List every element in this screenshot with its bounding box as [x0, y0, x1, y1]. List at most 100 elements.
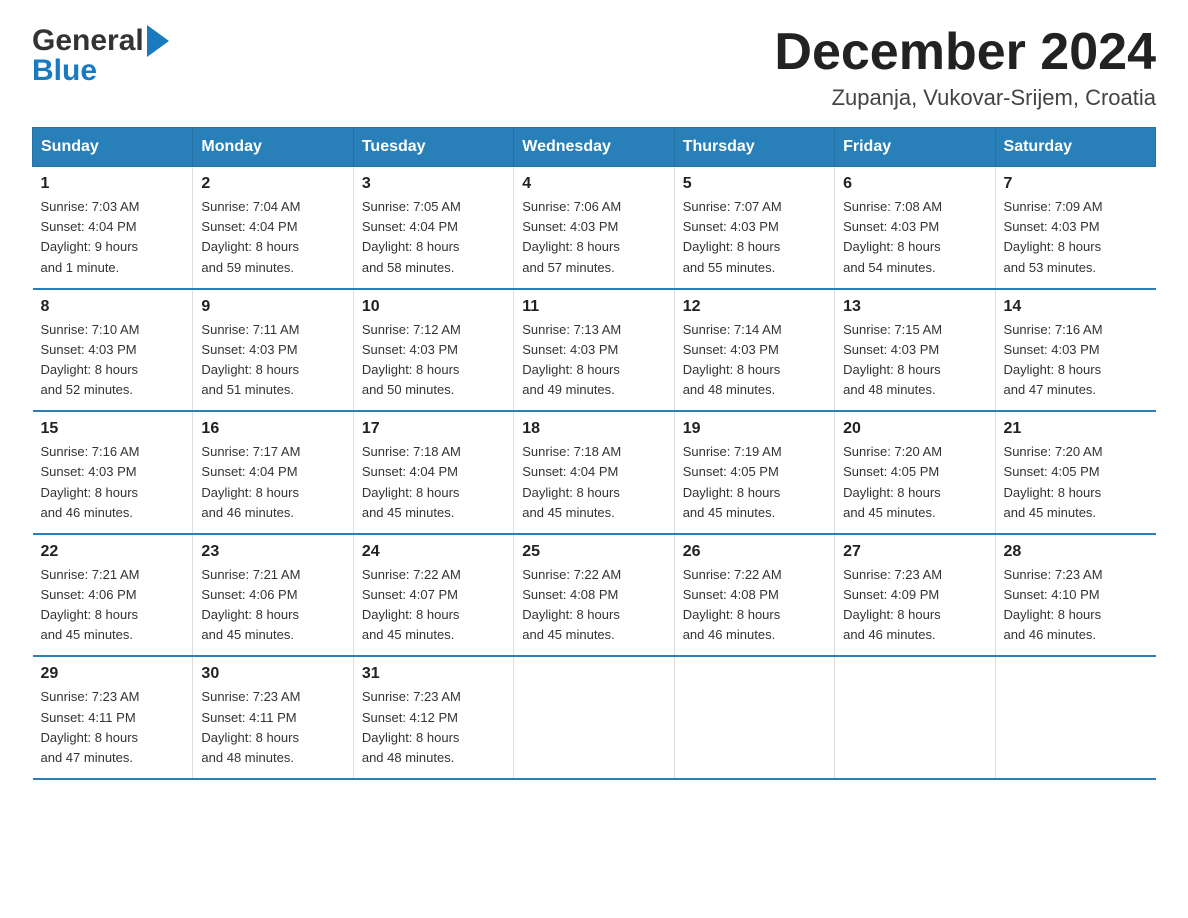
header-tuesday: Tuesday: [353, 128, 513, 167]
calendar-day-cell: 8Sunrise: 7:10 AMSunset: 4:03 PMDaylight…: [33, 289, 193, 412]
day-number: 26: [683, 543, 826, 561]
calendar-day-cell: 17 Sunrise: 7:18 AMSunset: 4:04 PMDayligh…: [353, 411, 513, 534]
day-info: Sunrise: 7:10 AMSunset: 4:03 PMDaylight:…: [41, 320, 185, 401]
day-number: 25: [522, 543, 665, 561]
calendar-day-cell: [674, 656, 834, 779]
day-number: 24: [362, 543, 505, 561]
day-info: Sunrise: 7:08 AMSunset: 4:03 PMDaylight:…: [843, 197, 986, 278]
calendar-table: Sunday Monday Tuesday Wednesday Thursday…: [32, 127, 1156, 780]
calendar-day-cell: 22 Sunrise: 7:21 AMSunset: 4:06 PMDayligh…: [33, 534, 193, 657]
day-info: Sunrise: 7:18 AMSunset: 4:04 PMDaylight:…: [362, 442, 505, 523]
header-saturday: Saturday: [995, 128, 1155, 167]
calendar-body: 1 Sunrise: 7:03 AMSunset: 4:04 PMDaylight…: [33, 167, 1156, 779]
day-number: 23: [201, 543, 344, 561]
day-info: Sunrise: 7:18 AMSunset: 4:04 PMDaylight:…: [522, 442, 665, 523]
calendar-title: December 2024: [774, 24, 1156, 81]
calendar-day-cell: 28 Sunrise: 7:23 AMSunset: 4:10 PMDayligh…: [995, 534, 1155, 657]
calendar-day-cell: 30 Sunrise: 7:23 AMSunset: 4:11 PMDayligh…: [193, 656, 353, 779]
day-number: 17: [362, 420, 505, 438]
day-number: 14: [1004, 298, 1148, 316]
calendar-day-cell: 14 Sunrise: 7:16 AMSunset: 4:03 PMDayligh…: [995, 289, 1155, 412]
calendar-day-cell: 25 Sunrise: 7:22 AMSunset: 4:08 PMDayligh…: [514, 534, 674, 657]
day-number: 20: [843, 420, 986, 438]
logo-blue-text: Blue: [32, 54, 97, 88]
day-info: Sunrise: 7:21 AMSunset: 4:06 PMDaylight:…: [201, 565, 344, 646]
day-info: Sunrise: 7:05 AMSunset: 4:04 PMDaylight:…: [362, 197, 505, 278]
calendar-day-cell: 4 Sunrise: 7:06 AMSunset: 4:03 PMDaylight…: [514, 167, 674, 289]
day-number: 2: [201, 175, 344, 193]
calendar-week-row: 8Sunrise: 7:10 AMSunset: 4:03 PMDaylight…: [33, 289, 1156, 412]
calendar-day-cell: 3Sunrise: 7:05 AMSunset: 4:04 PMDaylight…: [353, 167, 513, 289]
day-info: Sunrise: 7:22 AMSunset: 4:08 PMDaylight:…: [522, 565, 665, 646]
day-number: 18: [522, 420, 665, 438]
day-number: 31: [362, 665, 505, 683]
calendar-day-cell: 21Sunrise: 7:20 AMSunset: 4:05 PMDayligh…: [995, 411, 1155, 534]
calendar-day-cell: 12 Sunrise: 7:14 AMSunset: 4:03 PMDayligh…: [674, 289, 834, 412]
header-thursday: Thursday: [674, 128, 834, 167]
day-number: 4: [522, 175, 665, 193]
calendar-day-cell: 19Sunrise: 7:19 AMSunset: 4:05 PMDayligh…: [674, 411, 834, 534]
day-info: Sunrise: 7:03 AMSunset: 4:04 PMDaylight:…: [41, 197, 185, 278]
day-info: Sunrise: 7:16 AMSunset: 4:03 PMDaylight:…: [41, 442, 185, 523]
logo: General Blue: [32, 24, 169, 88]
day-info: Sunrise: 7:12 AMSunset: 4:03 PMDaylight:…: [362, 320, 505, 401]
day-info: Sunrise: 7:23 AMSunset: 4:12 PMDaylight:…: [362, 687, 505, 768]
calendar-day-cell: 20 Sunrise: 7:20 AMSunset: 4:05 PMDayligh…: [835, 411, 995, 534]
day-number: 29: [41, 665, 185, 683]
title-block: December 2024 Zupanja, Vukovar-Srijem, C…: [774, 24, 1156, 111]
day-info: Sunrise: 7:22 AMSunset: 4:08 PMDaylight:…: [683, 565, 826, 646]
day-info: Sunrise: 7:11 AMSunset: 4:03 PMDaylight:…: [201, 320, 344, 401]
calendar-day-cell: [995, 656, 1155, 779]
day-number: 15: [41, 420, 185, 438]
header-sunday: Sunday: [33, 128, 193, 167]
day-number: 6: [843, 175, 986, 193]
header-wednesday: Wednesday: [514, 128, 674, 167]
day-number: 28: [1004, 543, 1148, 561]
day-info: Sunrise: 7:15 AMSunset: 4:03 PMDaylight:…: [843, 320, 986, 401]
day-number: 16: [201, 420, 344, 438]
logo-triangle-icon: [147, 25, 169, 57]
day-info: Sunrise: 7:23 AMSunset: 4:09 PMDaylight:…: [843, 565, 986, 646]
calendar-week-row: 1 Sunrise: 7:03 AMSunset: 4:04 PMDaylight…: [33, 167, 1156, 289]
day-number: 13: [843, 298, 986, 316]
calendar-day-cell: 24Sunrise: 7:22 AMSunset: 4:07 PMDayligh…: [353, 534, 513, 657]
calendar-day-cell: 23 Sunrise: 7:21 AMSunset: 4:06 PMDayligh…: [193, 534, 353, 657]
calendar-day-cell: [835, 656, 995, 779]
calendar-week-row: 29 Sunrise: 7:23 AMSunset: 4:11 PMDayligh…: [33, 656, 1156, 779]
day-number: 21: [1004, 420, 1148, 438]
calendar-day-cell: 5 Sunrise: 7:07 AMSunset: 4:03 PMDaylight…: [674, 167, 834, 289]
day-info: Sunrise: 7:13 AMSunset: 4:03 PMDaylight:…: [522, 320, 665, 401]
day-number: 12: [683, 298, 826, 316]
day-info: Sunrise: 7:19 AMSunset: 4:05 PMDaylight:…: [683, 442, 826, 523]
day-info: Sunrise: 7:23 AMSunset: 4:10 PMDaylight:…: [1004, 565, 1148, 646]
day-info: Sunrise: 7:14 AMSunset: 4:03 PMDaylight:…: [683, 320, 826, 401]
calendar-day-cell: 26 Sunrise: 7:22 AMSunset: 4:08 PMDayligh…: [674, 534, 834, 657]
day-info: Sunrise: 7:16 AMSunset: 4:03 PMDaylight:…: [1004, 320, 1148, 401]
day-info: Sunrise: 7:20 AMSunset: 4:05 PMDaylight:…: [843, 442, 986, 523]
calendar-day-cell: 2 Sunrise: 7:04 AMSunset: 4:04 PMDaylight…: [193, 167, 353, 289]
day-number: 1: [41, 175, 185, 193]
day-info: Sunrise: 7:07 AMSunset: 4:03 PMDaylight:…: [683, 197, 826, 278]
day-info: Sunrise: 7:23 AMSunset: 4:11 PMDaylight:…: [41, 687, 185, 768]
calendar-week-row: 15 Sunrise: 7:16 AMSunset: 4:03 PMDayligh…: [33, 411, 1156, 534]
day-number: 22: [41, 543, 185, 561]
page-header: General Blue December 2024 Zupanja, Vuko…: [32, 24, 1156, 111]
day-number: 30: [201, 665, 344, 683]
calendar-day-cell: 7Sunrise: 7:09 AMSunset: 4:03 PMDaylight…: [995, 167, 1155, 289]
calendar-day-cell: 13 Sunrise: 7:15 AMSunset: 4:03 PMDayligh…: [835, 289, 995, 412]
day-info: Sunrise: 7:04 AMSunset: 4:04 PMDaylight:…: [201, 197, 344, 278]
day-number: 27: [843, 543, 986, 561]
calendar-day-cell: 6 Sunrise: 7:08 AMSunset: 4:03 PMDaylight…: [835, 167, 995, 289]
calendar-day-cell: 10Sunrise: 7:12 AMSunset: 4:03 PMDayligh…: [353, 289, 513, 412]
day-info: Sunrise: 7:06 AMSunset: 4:03 PMDaylight:…: [522, 197, 665, 278]
calendar-day-cell: 11 Sunrise: 7:13 AMSunset: 4:03 PMDayligh…: [514, 289, 674, 412]
calendar-day-cell: [514, 656, 674, 779]
day-number: 9: [201, 298, 344, 316]
day-number: 5: [683, 175, 826, 193]
calendar-day-cell: 27 Sunrise: 7:23 AMSunset: 4:09 PMDayligh…: [835, 534, 995, 657]
day-number: 11: [522, 298, 665, 316]
calendar-subtitle: Zupanja, Vukovar-Srijem, Croatia: [774, 85, 1156, 111]
calendar-day-cell: 18 Sunrise: 7:18 AMSunset: 4:04 PMDayligh…: [514, 411, 674, 534]
day-info: Sunrise: 7:23 AMSunset: 4:11 PMDaylight:…: [201, 687, 344, 768]
day-info: Sunrise: 7:21 AMSunset: 4:06 PMDaylight:…: [41, 565, 185, 646]
